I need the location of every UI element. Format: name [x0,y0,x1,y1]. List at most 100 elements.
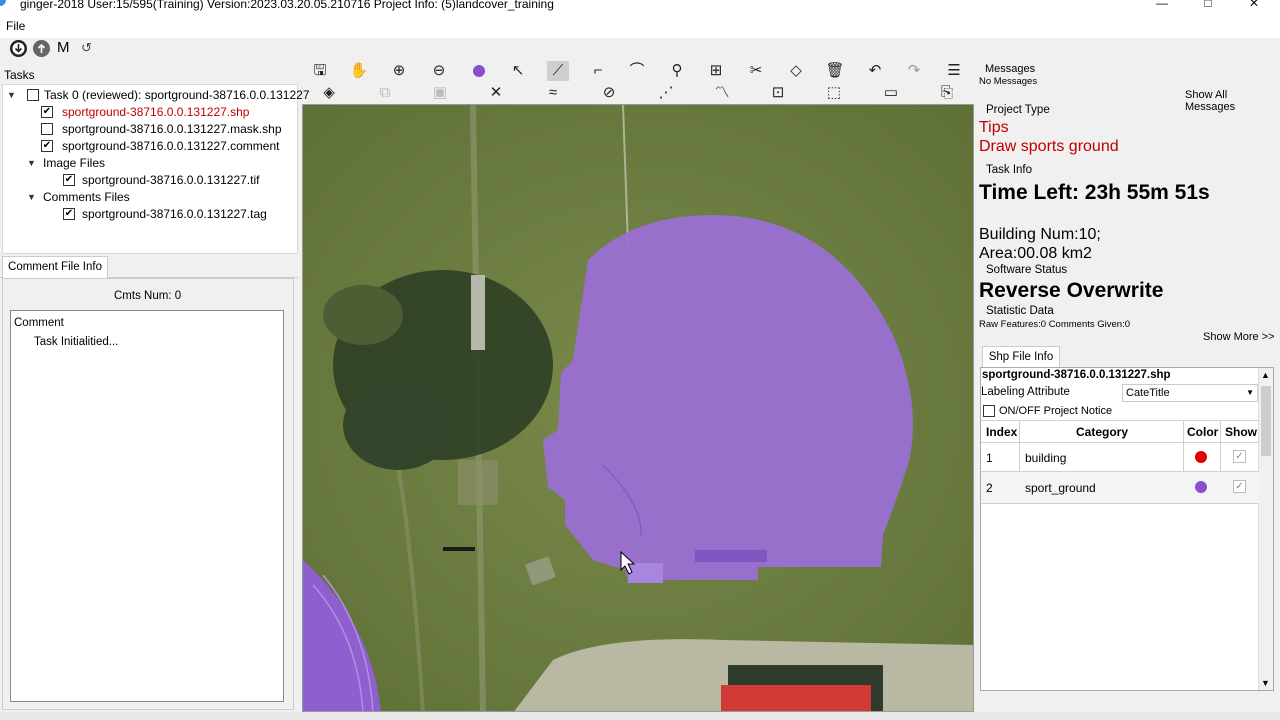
color-swatch[interactable] [1195,451,1207,463]
show-checkbox[interactable]: ✓ [1233,480,1246,493]
tab-comment-file-info[interactable]: Comment File Info [2,256,108,278]
quick-toolbar: M ↺ [0,38,300,60]
show-more-button[interactable]: Show More >> [1203,331,1275,343]
redo-icon[interactable]: ↷ [903,61,925,81]
map-toolbar: 🖫 ✋ ⊕ ⊖ ↖ ⟋ ⌐ ⌒ ⚲ ⊞ ✂ ◇ 🗑 ↶ ↷ ☰ ◈ ⧉ ▣ ✕ … [300,60,976,104]
pan-hand-icon[interactable]: ✋ [348,61,370,81]
scissors-icon[interactable]: ✂ [745,61,767,81]
rotate-icon[interactable]: ⊘ [598,83,620,103]
task-root-label: Task 0 (reviewed): sportground-38716.0.0… [44,88,310,102]
window-title: ginger-2018 User:15/595(Training) Versio… [20,0,554,11]
scroll-thumb[interactable] [1261,386,1271,456]
mask-checkbox[interactable] [41,123,53,135]
chevron-down-icon[interactable]: ▼ [27,189,36,205]
show-checkbox[interactable]: ✓ [1233,450,1246,463]
comment-header: Comment [14,317,64,329]
scroll-down-icon[interactable]: ▼ [1261,678,1270,688]
tab-shp-file-info[interactable]: Shp File Info [982,346,1060,367]
location-pin-icon[interactable]: ⚲ [666,61,688,81]
points-line-icon[interactable]: ⋰ [655,83,677,103]
maximize-button[interactable]: □ [1185,0,1231,12]
comment-checkbox[interactable]: ✔ [41,140,53,152]
reshape-icon[interactable]: ≈ [542,83,564,103]
building-num: Building Num:10; [979,226,1101,243]
project-notice-checkbox[interactable] [983,405,995,417]
project-notice-label: ON/OFF Project Notice [999,405,1113,417]
statistic-label: Statistic Data [986,305,1054,317]
refresh-icon[interactable]: ↺ [81,40,92,56]
split-icon[interactable]: ⊞ [705,61,727,81]
paste-disabled-icon: ▣ [432,84,448,101]
labeling-attribute-select[interactable]: CateTitle ▼ [1122,384,1258,402]
shp-checkbox[interactable]: ✔ [41,106,53,118]
fit-icon[interactable]: ⬚ [823,83,845,103]
shp-filename: sportground-38716.0.0.131227.shp [982,369,1171,381]
map-canvas[interactable] [302,104,974,712]
eraser-icon[interactable]: ◇ [785,61,807,81]
time-left: Time Left: 23h 55m 51s [979,181,1210,204]
edit-vertex-icon[interactable]: ⌐ [587,61,609,81]
color-swatch[interactable] [1195,481,1207,493]
comment-box[interactable]: Comment Task Initialitied... [10,310,284,702]
tag-checkbox[interactable]: ✔ [63,208,75,220]
col-index: Index [986,425,1018,439]
project-instruction: Draw sports ground [979,138,1119,155]
messages-body: No Messages [979,76,1038,87]
menu-icon[interactable]: ☰ [943,61,965,81]
select-arrow-icon[interactable]: ↖ [507,61,529,81]
col-category: Category [1076,425,1129,439]
row-index: 1 [986,451,993,465]
tag-file-label: sportground-38716.0.0.131227.tag [82,207,267,221]
upload-icon[interactable] [33,40,50,57]
task-checkbox[interactable] [27,89,39,101]
fill-bucket-icon[interactable]: ◈ [318,83,340,103]
shp-file-label: sportground-38716.0.0.131227.shp [62,105,250,119]
export-icon[interactable]: ⎘ [936,83,958,103]
table-row[interactable]: 2 sport_ground ✓ [981,472,1259,503]
rectangle-icon[interactable]: ▭ [880,83,902,103]
comment-text: Task Initialitied... [34,336,119,348]
row-category: building [1025,451,1067,465]
curve-icon[interactable]: ⌒ [626,61,648,81]
scroll-up-icon[interactable]: ▲ [1261,370,1270,380]
delete-icon[interactable]: 🗑 [824,61,846,81]
app-icon [0,0,6,6]
menu-file[interactable]: File [6,19,25,33]
software-status-value: Reverse Overwrite [979,279,1164,302]
tips-label: Tips [979,119,1009,136]
m-button[interactable]: M [57,39,70,56]
undo-icon[interactable]: ↶ [864,61,886,81]
close-button[interactable]: ✕ [1231,0,1277,12]
status-bar [0,712,1280,720]
chevron-down-icon[interactable]: ▼ [27,155,36,171]
aerial-image [303,105,973,711]
menu-bar: File [0,14,1280,38]
table-row[interactable]: 1 building ✓ [981,443,1259,471]
project-type-label: Project Type [986,104,1050,116]
cut-icon[interactable]: ✕ [485,83,507,103]
row-category: sport_ground [1025,481,1096,495]
color-dot-icon[interactable] [468,61,490,81]
labeling-attribute-value: CateTitle [1126,387,1170,399]
download-icon[interactable] [10,40,27,57]
tif-file-label: sportground-38716.0.0.131227.tif [82,173,260,187]
chevron-down-icon: ▼ [1246,388,1254,397]
minimize-button[interactable]: — [1139,0,1185,12]
chevron-down-icon[interactable]: ▼ [7,87,16,103]
zoom-out-icon[interactable]: ⊖ [428,61,450,81]
draw-line-icon[interactable]: ⟋ [547,61,569,81]
add-shape-icon[interactable]: ⊡ [767,83,789,103]
task-tree: ▼ Task 0 (reviewed): sportground-38716.0… [2,84,310,254]
copy-disabled-icon: ⧉ [379,84,391,101]
statistic-value: Raw Features:0 Comments Given:0 [979,319,1131,330]
software-status-label: Software Status [986,264,1068,276]
scrollbar[interactable]: ▲ ▼ [1258,368,1273,690]
tasks-label: Tasks [4,68,35,82]
show-all-messages-button[interactable]: Show All Messages [1185,89,1280,113]
tif-checkbox[interactable]: ✔ [63,174,75,186]
image-files-label: Image Files [43,156,106,170]
shp-file-pane: ▲ ▼ sportground-38716.0.0.131227.shp Lab… [980,367,1274,691]
trend-icon[interactable]: 〽 [711,83,733,103]
save-icon[interactable]: 🖫 [309,61,331,81]
zoom-in-icon[interactable]: ⊕ [388,61,410,81]
